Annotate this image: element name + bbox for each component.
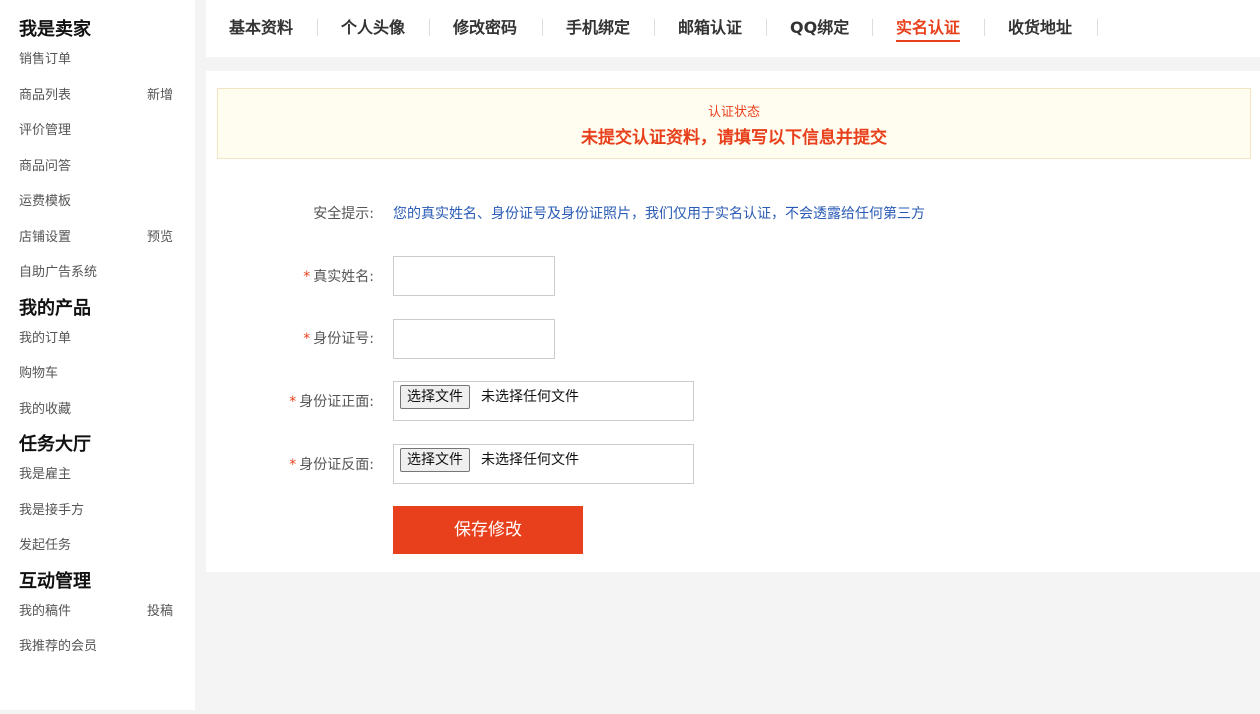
sidebar-item-shipping-templates[interactable]: 运费模板 [0,184,195,220]
sidebar-item-my-orders[interactable]: 我的订单 [0,321,195,357]
id-back-label-text: 身份证反面: [299,457,374,473]
tab-basic-info[interactable]: 基本资料 [229,14,293,42]
tab-email-verification[interactable]: 邮箱认证 [678,14,742,42]
real-name-label: * 真实姓名: [303,266,374,286]
sidebar-item-label: 销售订单 [19,52,72,67]
tab-divider [766,19,767,36]
verification-status-notice: 认证状态 未提交认证资料，请填写以下信息并提交 [217,88,1251,159]
sidebar-item-label: 我是接手方 [19,502,85,518]
verification-panel: 认证状态 未提交认证资料，请填写以下信息并提交 安全提示: 您的真实姓名、身份证… [206,71,1260,572]
id-front-choose-file-button[interactable]: 选择文件 [400,385,470,409]
sidebar-group-title: 我是卖家 [19,19,91,40]
tab-divider [984,19,985,36]
tab-change-password[interactable]: 修改密码 [453,14,517,42]
tab-avatar[interactable]: 个人头像 [341,14,405,42]
sidebar-item-my-submissions[interactable]: 我的稿件 投稿 [0,594,195,630]
real-name-label-text: 真实姓名: [313,269,374,285]
id-front-upload: 选择文件 未选择任何文件 [393,381,694,421]
sidebar-group-seller: 我是卖家 销售订单 商品列表 新增 评价管理 商品问答 运费模板 店铺设置 预览 自… [0,18,195,291]
required-mark: * [289,394,297,410]
id-front-file-status: 未选择任何文件 [481,389,579,405]
sidebar-group-title: 任务大厅 [19,434,91,455]
sidebar-group-title: 我的产品 [19,297,91,319]
sidebar-item-label: 发起任务 [19,538,72,553]
sidebar-group-products: 我的产品 我的订单 购物车 我的收藏 [0,297,195,428]
security-tip-text: 您的真实姓名、身份证号及身份证照片，我们仅用于实名认证，不会透露给任何第三方 [393,206,925,222]
required-mark: * [289,457,297,473]
sidebar-item-label: 商品列表 [19,87,72,103]
required-mark: * [303,331,311,347]
id-back-file-status: 未选择任何文件 [481,452,579,468]
sidebar-item-label: 我的稿件 [19,603,72,619]
sidebar-group-title: 互动管理 [19,570,91,592]
sidebar-item-label: 店铺设置 [19,229,72,245]
sidebar-item-label: 评价管理 [19,123,72,138]
sidebar-item-label: 我是雇主 [19,467,72,482]
sidebar-item-label: 我推荐的会员 [19,639,98,654]
tab-qq-binding[interactable]: QQ绑定 [790,14,849,42]
sidebar-item-ad-system[interactable]: 自助广告系统 [0,255,195,291]
sidebar-item-label: 我的收藏 [19,401,72,417]
sidebar-item-contractor[interactable]: 我是接手方 [0,493,195,529]
sidebar: 我是卖家 销售订单 商品列表 新增 评价管理 商品问答 运费模板 店铺设置 预览 自… [0,0,195,710]
sidebar-item-label: 商品问答 [19,158,72,174]
sidebar-item-reviews[interactable]: 评价管理 [0,113,195,149]
id-number-label-text: 身份证号: [313,331,374,347]
sidebar-item-create-task[interactable]: 发起任务 [0,528,195,564]
save-changes-button[interactable]: 保存修改 [393,506,583,554]
tab-divider [654,19,655,36]
security-tip-label: 安全提示: [313,206,374,222]
id-front-label: * 身份证正面: [289,391,374,411]
sidebar-group-interaction: 互动管理 我的稿件 投稿 我推荐的会员 [0,570,195,665]
tab-divider [317,19,318,36]
required-mark: * [303,269,311,285]
tab-divider [429,19,430,36]
sidebar-item-label: 自助广告系统 [19,265,98,280]
id-front-label-text: 身份证正面: [299,394,374,410]
sidebar-item-referred-members[interactable]: 我推荐的会员 [0,629,195,665]
add-product-link[interactable]: 新增 [147,78,173,114]
id-back-upload: 选择文件 未选择任何文件 [393,444,694,484]
tab-phone-binding[interactable]: 手机绑定 [566,14,630,42]
account-tab-bar: 基本资料 个人头像 修改密码 手机绑定 邮箱认证 QQ绑定 实名认证 收货地址 [206,0,1260,57]
sidebar-item-employer[interactable]: 我是雇主 [0,457,195,493]
id-back-choose-file-button[interactable]: 选择文件 [400,448,470,472]
id-number-label: * 身份证号: [303,328,374,348]
sidebar-item-favorites[interactable]: 我的收藏 [0,392,195,428]
submit-manuscript-link[interactable]: 投稿 [147,594,173,630]
status-label: 认证状态 [707,105,760,120]
tab-real-name-verification[interactable]: 实名认证 [896,14,961,42]
id-back-label: * 身份证反面: [289,454,374,474]
tab-divider [872,19,873,36]
preview-store-link[interactable]: 预览 [147,220,173,256]
id-number-input[interactable] [393,319,555,359]
tab-shipping-address[interactable]: 收货地址 [1008,14,1072,42]
tab-divider [1097,19,1098,36]
sidebar-item-store-settings[interactable]: 店铺设置 预览 [0,220,195,256]
tab-divider [542,19,543,36]
sidebar-item-label: 购物车 [19,366,59,381]
sidebar-group-tasks: 任务大厅 我是雇主 我是接手方 发起任务 [0,433,195,564]
sidebar-item-sales-orders[interactable]: 销售订单 [0,42,195,78]
status-message: 未提交认证资料，请填写以下信息并提交 [581,128,887,148]
sidebar-item-product-qa[interactable]: 商品问答 [0,149,195,185]
real-name-input[interactable] [393,256,555,296]
sidebar-item-label: 我的订单 [19,330,72,346]
sidebar-item-cart[interactable]: 购物车 [0,356,195,392]
sidebar-item-product-list[interactable]: 商品列表 新增 [0,78,195,114]
sidebar-item-label: 运费模板 [19,194,72,209]
